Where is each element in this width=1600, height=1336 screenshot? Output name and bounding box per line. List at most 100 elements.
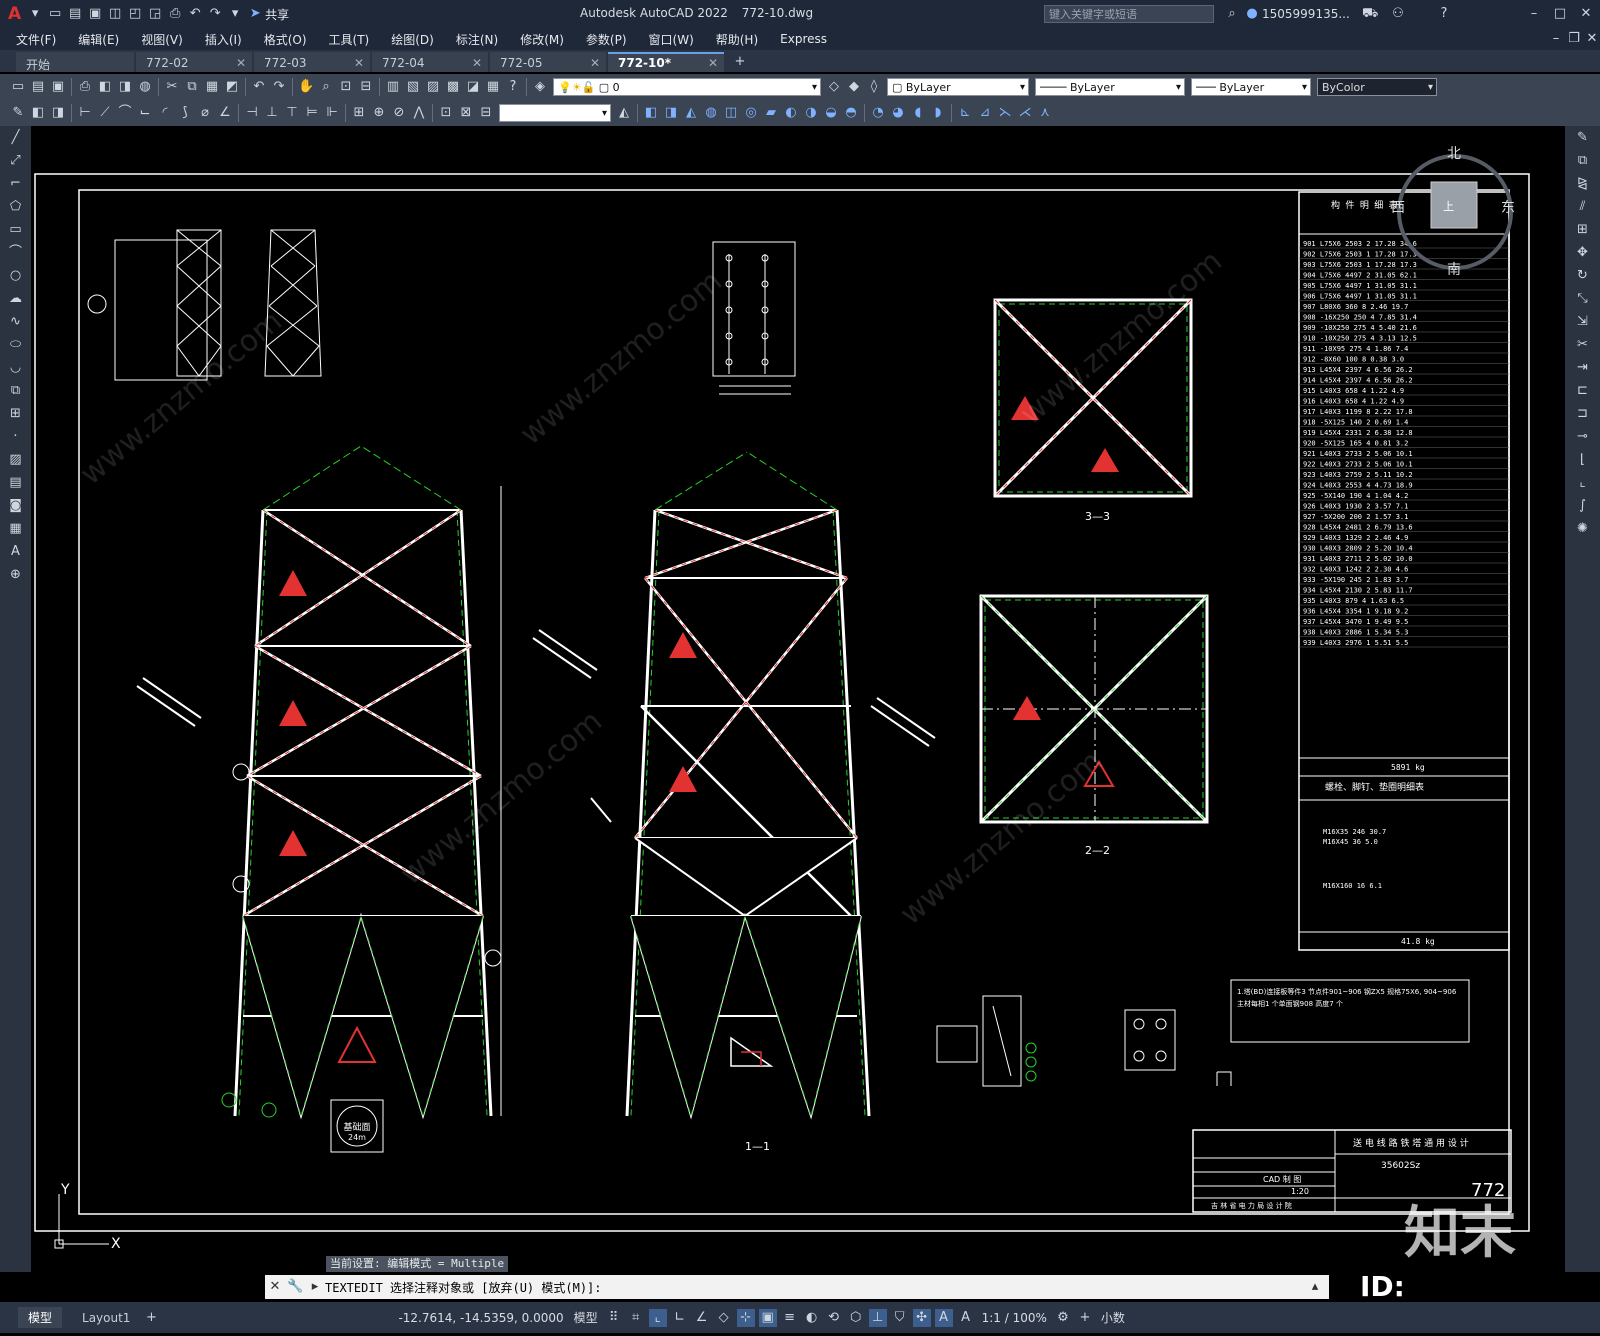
3d-torus-icon[interactable]: ◎	[743, 105, 759, 121]
plot-icon[interactable]: ⎙	[167, 6, 183, 22]
ucs-prev-icon[interactable]: ⋋	[997, 105, 1013, 121]
section-icon[interactable]: ◖	[910, 105, 926, 121]
stretch-icon[interactable]: ⇲	[1574, 313, 1592, 331]
new-file-icon[interactable]: ▭	[47, 6, 63, 22]
dim-linear-icon[interactable]: ⊢	[77, 105, 93, 121]
search-input[interactable]: 键入关键字或短语	[1044, 5, 1214, 23]
tab-772-03[interactable]: 772-03 ✕	[254, 52, 370, 72]
autocad-logo-icon[interactable]: A	[8, 4, 21, 24]
app-menu-chevron-icon[interactable]: ▾	[27, 6, 43, 22]
extend-icon[interactable]: ⇥	[1574, 359, 1592, 377]
region-icon[interactable]: ◙	[7, 497, 25, 515]
table-icon[interactable]: ▦	[7, 520, 25, 538]
menu-file[interactable]: 文件(F)	[16, 31, 56, 48]
dynamic-ucs-icon[interactable]: ⊥	[868, 1308, 887, 1327]
isodraft-icon[interactable]: ◇	[715, 1309, 733, 1327]
save-web-icon[interactable]: ◲	[147, 6, 163, 22]
search-box[interactable]: 键入关键字或短语	[1044, 5, 1214, 23]
tab-close-icon[interactable]: ✕	[590, 56, 600, 70]
cut-icon[interactable]: ✂	[164, 79, 180, 95]
menu-tools[interactable]: 工具(T)	[329, 31, 370, 48]
model-space-canvas[interactable]: 基础面 24m 3—3 2—2 1—1 构 件 明 细 表 螺栓、脚钉、垫圈明细…	[31, 126, 1565, 1272]
mtext-icon[interactable]: A	[7, 543, 25, 561]
sheet-set-icon[interactable]: ▩	[445, 79, 461, 95]
connect-icon[interactable]: ⚇	[1390, 6, 1406, 22]
menu-modify[interactable]: 修改(M)	[520, 31, 564, 48]
slice-icon[interactable]: ◔	[870, 105, 886, 121]
mirror-icon[interactable]: ⧎	[1574, 175, 1592, 193]
linetype-dropdown[interactable]: ──── ByLayer ▾	[1035, 78, 1185, 96]
3d-cone-icon[interactable]: ◭	[683, 105, 699, 121]
shell-icon[interactable]: ◕	[890, 105, 906, 121]
revolve-icon[interactable]: ◐	[783, 105, 799, 121]
tab-close-icon[interactable]: ✕	[472, 56, 482, 70]
3d-box-icon[interactable]: ◧	[643, 105, 659, 121]
dim-aligned-icon[interactable]: ⟋	[97, 105, 113, 121]
revcloud-icon[interactable]: ☁	[7, 290, 25, 308]
save-tb-icon[interactable]: ▣	[50, 79, 66, 95]
calc-icon[interactable]: ▦	[485, 79, 501, 95]
point-icon[interactable]: ·	[7, 428, 25, 446]
model-space-toggle[interactable]: 模型	[574, 1309, 598, 1326]
menu-express[interactable]: Express	[780, 32, 827, 46]
dim-update-icon[interactable]: ⊟	[478, 105, 494, 121]
viewcube-west[interactable]: 西	[1391, 200, 1405, 216]
polar-icon[interactable]: ∠	[693, 1309, 711, 1327]
qnew-icon[interactable]: ▭	[10, 79, 26, 95]
scale-icon[interactable]: ⤡	[1574, 290, 1592, 308]
make-block-icon[interactable]: ⊞	[7, 405, 25, 423]
open-web-icon[interactable]: ◰	[127, 6, 143, 22]
union-icon[interactable]: ◓	[843, 105, 859, 121]
redo-icon[interactable]: ↷	[207, 6, 223, 22]
redo-tb-icon[interactable]: ↷	[271, 79, 287, 95]
ellipse-icon[interactable]: ⬭	[7, 336, 25, 354]
pan-icon[interactable]: ✋	[298, 79, 314, 95]
tab-close-icon[interactable]: ✕	[236, 56, 246, 70]
help-icon[interactable]: ?	[1436, 6, 1452, 22]
tab-772-10[interactable]: 772-10* ✕	[608, 52, 724, 72]
undo-icon[interactable]: ↶	[187, 6, 203, 22]
annotation-visibility-icon[interactable]: A	[934, 1308, 953, 1327]
block-icon[interactable]: ◧	[30, 105, 46, 121]
open-file-icon[interactable]: ▤	[67, 6, 83, 22]
add-layout-icon[interactable]: +	[142, 1309, 160, 1327]
spline-icon[interactable]: ∿	[7, 313, 25, 331]
annotation-scale[interactable]: 1:1 / 100%	[982, 1311, 1047, 1325]
dim-style-dropdown[interactable]: ▾	[499, 104, 611, 122]
tolerance-icon[interactable]: ⊞	[351, 105, 367, 121]
edit-icon[interactable]: ✎	[10, 105, 26, 121]
move-icon[interactable]: ✥	[1574, 244, 1592, 262]
dim-baseline-icon[interactable]: ⊥	[264, 105, 280, 121]
preview-icon[interactable]: ◧	[97, 79, 113, 95]
dim-arc-icon[interactable]: ⌒	[117, 105, 133, 121]
lineweight-icon[interactable]: ≡	[781, 1309, 799, 1327]
cmd-close-icon[interactable]: ✕	[267, 1279, 283, 1295]
paste-icon[interactable]: ▦	[204, 79, 220, 95]
search-icon[interactable]: ⌕	[1224, 6, 1240, 22]
loft-icon[interactable]: ◒	[823, 105, 839, 121]
gizmo-icon[interactable]: ✣	[912, 1308, 931, 1327]
dim-radius-icon[interactable]: ◜	[157, 105, 173, 121]
markup-icon[interactable]: ◪	[465, 79, 481, 95]
dim-angular-icon[interactable]: ∠	[217, 105, 233, 121]
globe-icon[interactable]: ◍	[137, 79, 153, 95]
line-icon[interactable]: ╱	[7, 129, 25, 147]
3d-cylinder-icon[interactable]: ◫	[723, 105, 739, 121]
menu-draw[interactable]: 绘图(D)	[391, 31, 434, 48]
osnap-icon[interactable]: ▣	[758, 1308, 777, 1327]
workspace-icon[interactable]: ⚙	[1054, 1309, 1072, 1327]
center-mark-icon[interactable]: ⊕	[371, 105, 387, 121]
user-name[interactable]: 1505999135...	[1262, 7, 1350, 21]
match-prop-icon[interactable]: ◩	[224, 79, 240, 95]
interfere-icon[interactable]: ◗	[930, 105, 946, 121]
design-center-icon[interactable]: ▧	[405, 79, 421, 95]
dim-diameter-icon[interactable]: ⌀	[197, 105, 213, 121]
add-selected-icon[interactable]: ⊕	[7, 566, 25, 584]
maximize-icon[interactable]: □	[1552, 6, 1568, 22]
viewcube-east[interactable]: 东	[1501, 200, 1515, 216]
menu-window[interactable]: 窗口(W)	[649, 31, 694, 48]
doc-minimize-icon[interactable]: –	[1548, 31, 1564, 47]
units-display[interactable]: 小数	[1101, 1309, 1125, 1326]
inspect-icon[interactable]: ⊘	[391, 105, 407, 121]
menu-parametric[interactable]: 参数(P)	[586, 31, 627, 48]
